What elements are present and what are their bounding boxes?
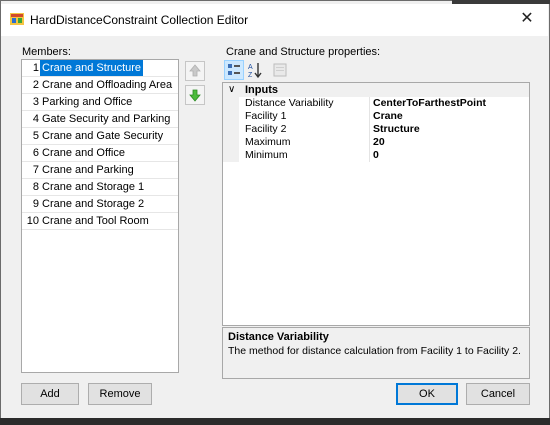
description-panel: Distance Variability The method for dist…: [222, 327, 530, 379]
property-name: Distance Variability: [245, 97, 334, 109]
item-number: 10: [26, 215, 39, 227]
row-gutter: [223, 123, 239, 136]
item-number: 9: [32, 198, 39, 210]
properties-label: Crane and Structure properties:: [226, 46, 381, 58]
item-label: Crane and Storage 1: [42, 181, 145, 193]
description-title: Distance Variability: [228, 331, 329, 343]
row-gutter: [223, 136, 239, 149]
list-item[interactable]: 2 Crane and Offloading Area: [22, 77, 178, 94]
column-divider: [369, 149, 370, 162]
item-label: Crane and Office: [42, 147, 125, 159]
members-label: Members:: [22, 46, 71, 58]
property-pages-icon: [273, 63, 287, 77]
move-down-button[interactable]: [185, 85, 205, 105]
item-number: 6: [32, 147, 39, 159]
categorized-icon: [228, 64, 240, 75]
list-item[interactable]: 1 Crane and Structure: [22, 60, 178, 77]
item-number: 3: [32, 96, 39, 108]
row-gutter: [223, 110, 239, 123]
item-label: Gate Security and Parking: [42, 113, 171, 125]
add-button[interactable]: Add: [21, 383, 79, 405]
svg-text:Z: Z: [248, 72, 253, 79]
property-value[interactable]: 0: [373, 149, 379, 162]
property-row[interactable]: Facility 2 Structure: [223, 123, 529, 136]
item-label: Parking and Office: [42, 96, 133, 108]
column-divider: [369, 136, 370, 149]
category-name: Inputs: [245, 84, 278, 96]
members-list[interactable]: 1 Crane and Structure 2 Crane and Offloa…: [21, 59, 179, 373]
item-label: Crane and Parking: [42, 164, 134, 176]
item-number: 1: [32, 62, 39, 74]
item-label: Crane and Structure: [40, 60, 144, 77]
move-up-button[interactable]: [185, 61, 205, 81]
item-number: 7: [32, 164, 39, 176]
item-label: Crane and Offloading Area: [42, 79, 173, 91]
item-number: 5: [32, 130, 39, 142]
list-item[interactable]: 5 Crane and Gate Security: [22, 128, 178, 145]
column-divider: [369, 110, 370, 123]
list-item[interactable]: 7 Crane and Parking: [22, 162, 178, 179]
alphabetical-button[interactable]: A Z: [246, 60, 266, 80]
column-divider: [369, 97, 370, 110]
app-icon: [10, 13, 24, 25]
arrow-down-icon: [189, 89, 201, 102]
property-name: Minimum: [245, 149, 288, 161]
property-row[interactable]: Maximum 20: [223, 136, 529, 149]
property-row[interactable]: Minimum 0: [223, 149, 529, 162]
property-name: Maximum: [245, 136, 291, 148]
collapse-chevron-icon[interactable]: ∨: [228, 83, 235, 97]
item-label: Crane and Storage 2: [42, 198, 145, 210]
item-number: 2: [32, 79, 39, 91]
item-label: Crane and Gate Security: [42, 130, 164, 142]
row-gutter: [223, 97, 239, 110]
property-name: Facility 2: [245, 123, 287, 135]
close-button[interactable]: ✕: [515, 8, 539, 30]
row-gutter: [223, 149, 239, 162]
property-grid[interactable]: ∨ Inputs Distance Variability CenterToFa…: [222, 82, 530, 326]
property-row[interactable]: Distance Variability CenterToFarthestPoi…: [223, 97, 529, 110]
list-item[interactable]: 10 Crane and Tool Room: [22, 213, 178, 230]
svg-text:A: A: [248, 64, 253, 71]
ok-button[interactable]: OK: [396, 383, 458, 405]
description-text: The method for distance calculation from…: [228, 345, 521, 357]
list-item[interactable]: 3 Parking and Office: [22, 94, 178, 111]
item-number: 8: [32, 181, 39, 193]
close-icon: ✕: [520, 10, 534, 27]
remove-button[interactable]: Remove: [88, 383, 152, 405]
property-pages-button[interactable]: [270, 60, 290, 80]
item-number: 4: [32, 113, 39, 125]
alphabetical-icon: A Z: [248, 63, 262, 79]
window-edge-bottom: [0, 418, 550, 425]
row-divider: [22, 229, 178, 230]
categorized-button[interactable]: [224, 60, 244, 80]
cancel-button[interactable]: Cancel: [466, 383, 530, 405]
window-title: HardDistanceConstraint Collection Editor: [30, 13, 249, 27]
arrow-up-icon: [189, 64, 201, 77]
property-value[interactable]: Crane: [373, 110, 403, 123]
list-item[interactable]: 6 Crane and Office: [22, 145, 178, 162]
column-divider: [369, 123, 370, 136]
list-item[interactable]: 9 Crane and Storage 2: [22, 196, 178, 213]
property-value[interactable]: Structure: [373, 123, 420, 136]
property-name: Facility 1: [245, 110, 287, 122]
property-value[interactable]: 20: [373, 136, 385, 149]
category-inputs[interactable]: ∨ Inputs: [223, 83, 529, 97]
property-row[interactable]: Facility 1 Crane: [223, 110, 529, 123]
list-item[interactable]: 4 Gate Security and Parking: [22, 111, 178, 128]
list-item[interactable]: 8 Crane and Storage 1: [22, 179, 178, 196]
item-label: Crane and Tool Room: [42, 215, 149, 227]
property-value[interactable]: CenterToFarthestPoint: [373, 97, 486, 110]
